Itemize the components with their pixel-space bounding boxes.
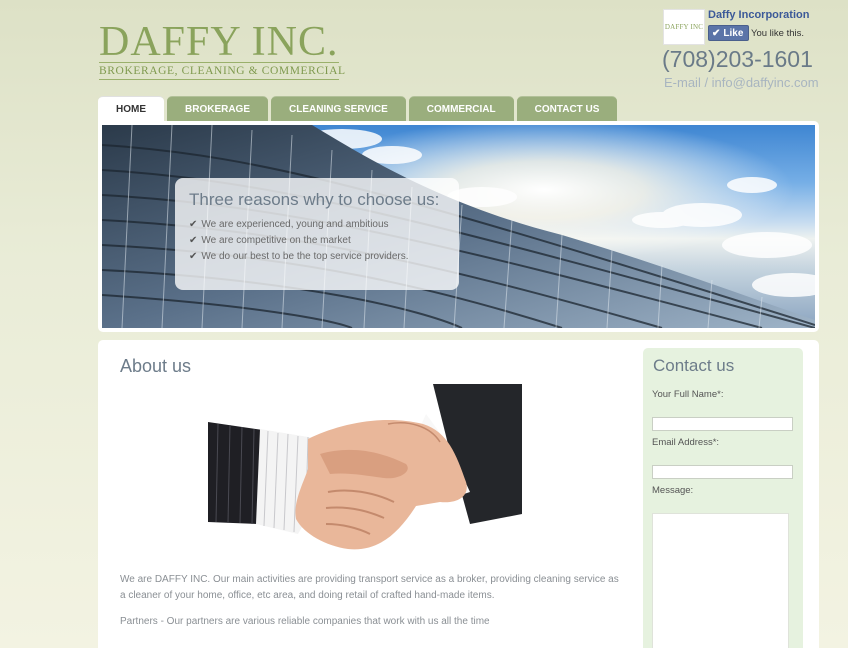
email-label: Email Address*: — [652, 437, 720, 448]
tab-brokerage[interactable]: BROKERAGE — [167, 96, 269, 122]
facebook-like-button[interactable]: ✔ Like — [708, 25, 750, 41]
banner-frame: Three reasons why to choose us: ✔ We are… — [98, 121, 819, 332]
reason-text: We are experienced, young and ambitious — [201, 219, 389, 230]
tab-home[interactable]: HOME — [98, 96, 164, 122]
checkmark-icon: ✔ — [189, 251, 198, 262]
reason-item: ✔ We do our best to be the top service p… — [189, 251, 445, 262]
facebook-like-label: Like — [723, 27, 744, 39]
about-title: About us — [120, 356, 192, 376]
main-content: About us We are DAFFY INC. Our main acti… — [98, 340, 819, 648]
reason-item: ✔ We are competitive on the market — [189, 235, 445, 246]
facebook-page-thumbnail[interactable]: DAFFY INC — [663, 9, 705, 45]
facebook-page-name[interactable]: Daffy Incorporation — [708, 9, 809, 21]
email-input[interactable] — [652, 465, 793, 479]
phone-number: (708)203-1601 — [662, 46, 813, 72]
reasons-title: Three reasons why to choose us: — [189, 190, 440, 209]
logo-subtitle: BROKERAGE, CLEANING & COMMERCIAL — [99, 65, 346, 77]
tab-commercial[interactable]: COMMERCIAL — [408, 96, 514, 122]
contact-title: Contact us — [653, 356, 735, 375]
partners-text: Partners - Our partners are various reli… — [120, 616, 490, 627]
full-name-input[interactable] — [652, 417, 793, 431]
main-nav: HOME BROKERAGE CLEANING SERVICE COMMERCI… — [98, 96, 620, 122]
tab-cleaning-service[interactable]: CLEANING SERVICE — [271, 96, 406, 122]
checkmark-icon: ✔ — [189, 235, 198, 246]
checkmark-icon: ✔ — [189, 219, 198, 230]
name-label: Your Full Name*: — [652, 389, 724, 400]
contact-form: Contact us Your Full Name*: Email Addres… — [643, 348, 803, 648]
about-text: We are DAFFY INC. Our main activities ar… — [120, 574, 619, 601]
message-textarea[interactable] — [652, 513, 789, 648]
reason-text: We are competitive on the market — [201, 235, 351, 246]
reason-text: We do our best to be the top service pro… — [201, 251, 409, 262]
tab-contact-us[interactable]: CONTACT US — [516, 96, 618, 122]
reasons-box: Three reasons why to choose us: ✔ We are… — [175, 178, 459, 290]
reason-item: ✔ We are experienced, young and ambitiou… — [189, 219, 445, 230]
site-logo[interactable]: DAFFY INC. BROKERAGE, CLEANING & COMMERC… — [99, 20, 346, 80]
facebook-like-status: You like this. — [751, 28, 804, 39]
logo-title: DAFFY INC. — [99, 19, 339, 65]
hero-banner: Three reasons why to choose us: ✔ We are… — [102, 125, 815, 328]
message-label: Message: — [652, 485, 694, 496]
handshake-image — [208, 384, 522, 550]
logo-divider-bottom — [99, 79, 339, 80]
facebook-like-box: DAFFY INC Daffy Incorporation ✔ Like You… — [663, 9, 843, 49]
email-link[interactable]: E-mail / info@daffyinc.com — [664, 75, 819, 90]
checkmark-icon: ✔ — [712, 27, 721, 39]
